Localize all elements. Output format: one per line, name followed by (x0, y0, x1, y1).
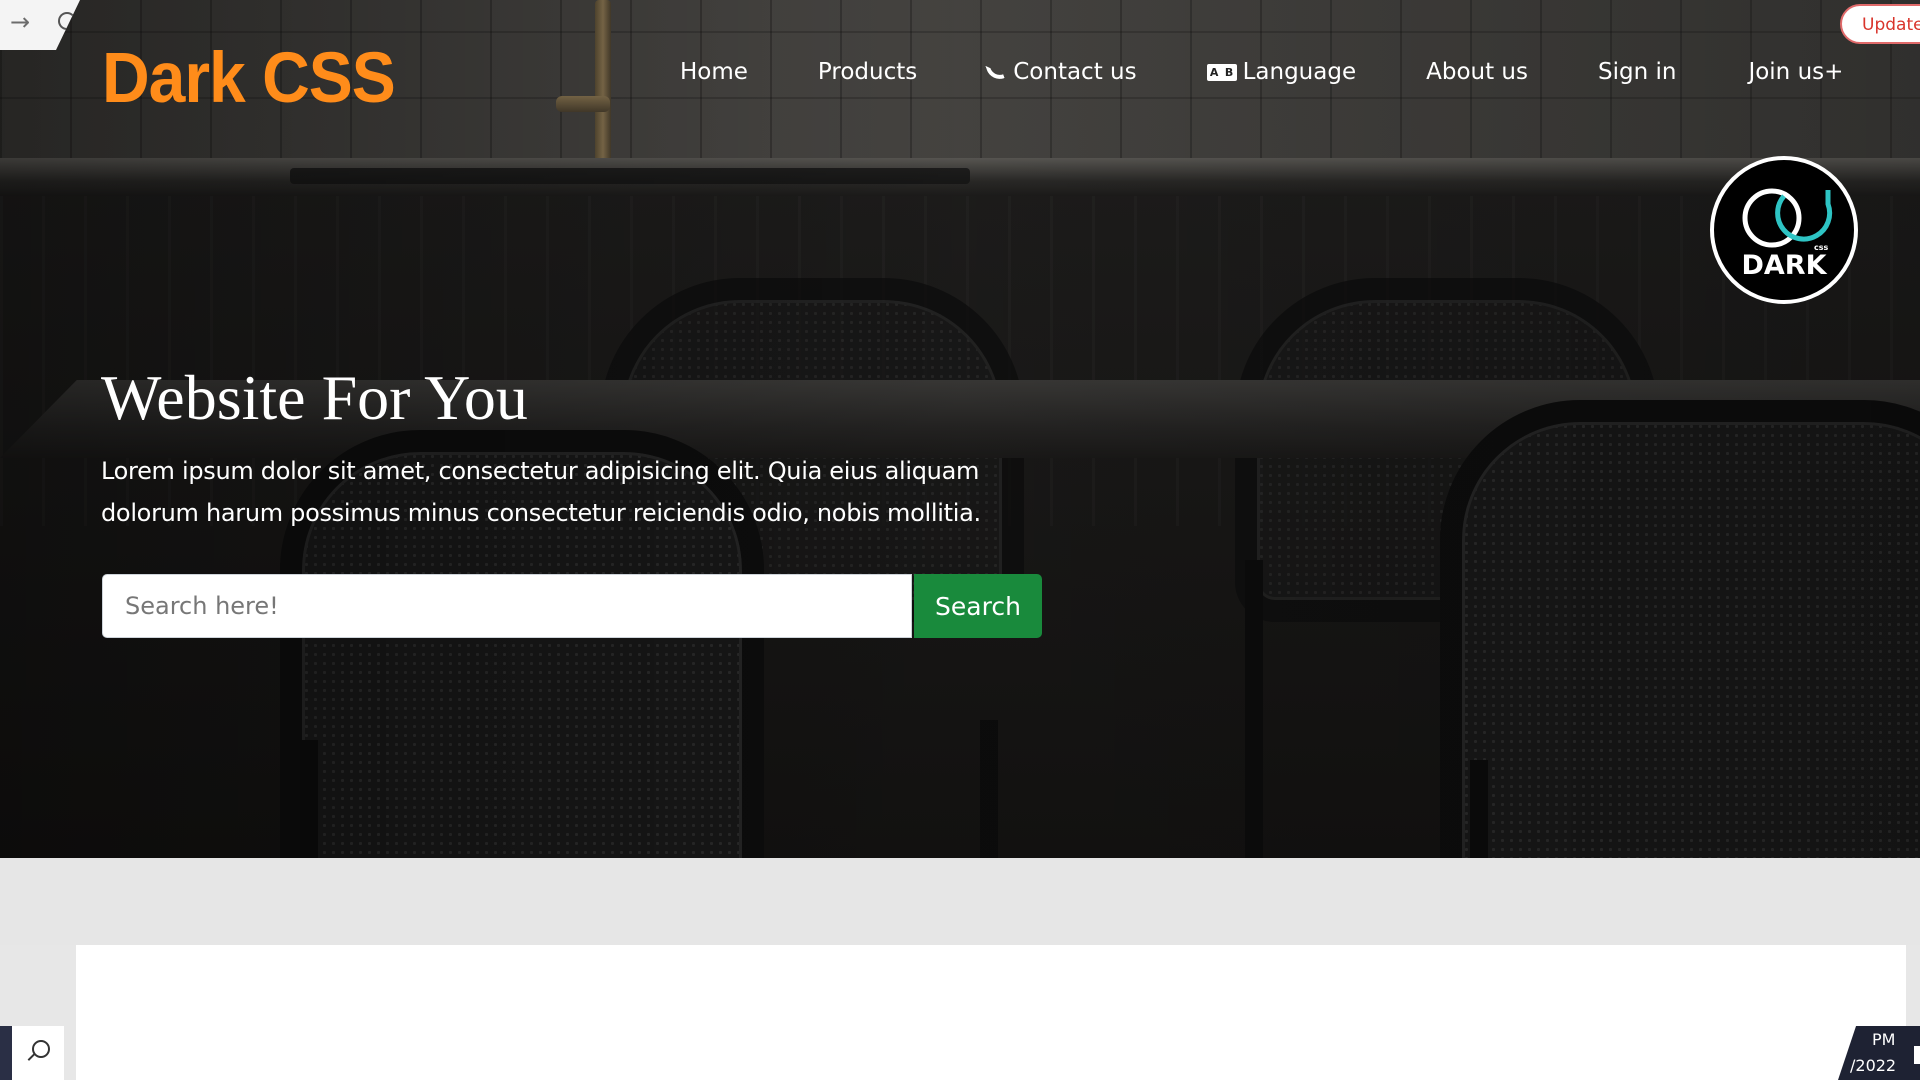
nav-products[interactable]: Products (818, 59, 917, 85)
hero-description-line: dolorum harum possimus minus consectetur… (101, 499, 981, 527)
nav-label: Products (817, 59, 918, 85)
section-divider (0, 858, 1920, 945)
back-arrow-icon[interactable]: → (10, 8, 30, 36)
nav-about-us[interactable]: About us (1426, 59, 1528, 85)
nav-label: Contact us (1013, 59, 1137, 85)
hero-description: Lorem ipsum dolor sit amet, consectetur … (101, 450, 1001, 534)
nav-home[interactable]: Home (680, 59, 748, 85)
search-input[interactable] (102, 574, 912, 638)
clock-time: PM (1872, 1030, 1896, 1049)
nav-label: Home (680, 59, 748, 85)
dark-css-logo: css DARK (1710, 156, 1858, 304)
taskbar-edge (0, 1026, 12, 1080)
main-nav: Home Products Contact us AB Language Abo… (680, 50, 1843, 94)
nav-sign-in[interactable]: Sign in (1598, 59, 1676, 85)
nav-label: Sign in (1597, 59, 1677, 85)
hero-description-line: Lorem ipsum dolor sit amet, consectetur … (101, 457, 980, 485)
nav-label: Language (1242, 59, 1357, 85)
search-button[interactable]: Search (914, 574, 1042, 638)
notification-icon[interactable] (1914, 1046, 1920, 1064)
content-card (76, 945, 1906, 1080)
nav-label: About us (1426, 59, 1528, 85)
clock-date: /2022 (1850, 1056, 1897, 1075)
language-icon: AB (1206, 63, 1237, 81)
badge-text: DARK (1741, 250, 1827, 281)
rings-icon (1742, 188, 1833, 248)
nav-contact-us[interactable]: Contact us (985, 59, 1136, 85)
search-icon[interactable] (32, 1040, 50, 1058)
nav-label: Join us+ (1748, 59, 1844, 85)
brand-logo[interactable]: Dark CSS (102, 34, 396, 120)
taskbar-left (0, 1026, 64, 1080)
nav-language[interactable]: AB Language (1206, 59, 1357, 85)
browser-update-button[interactable]: Update (1840, 4, 1920, 44)
hero-title: Website For You (101, 362, 528, 433)
nav-join-us[interactable]: Join us+ (1748, 59, 1843, 85)
phone-icon (985, 61, 1007, 83)
